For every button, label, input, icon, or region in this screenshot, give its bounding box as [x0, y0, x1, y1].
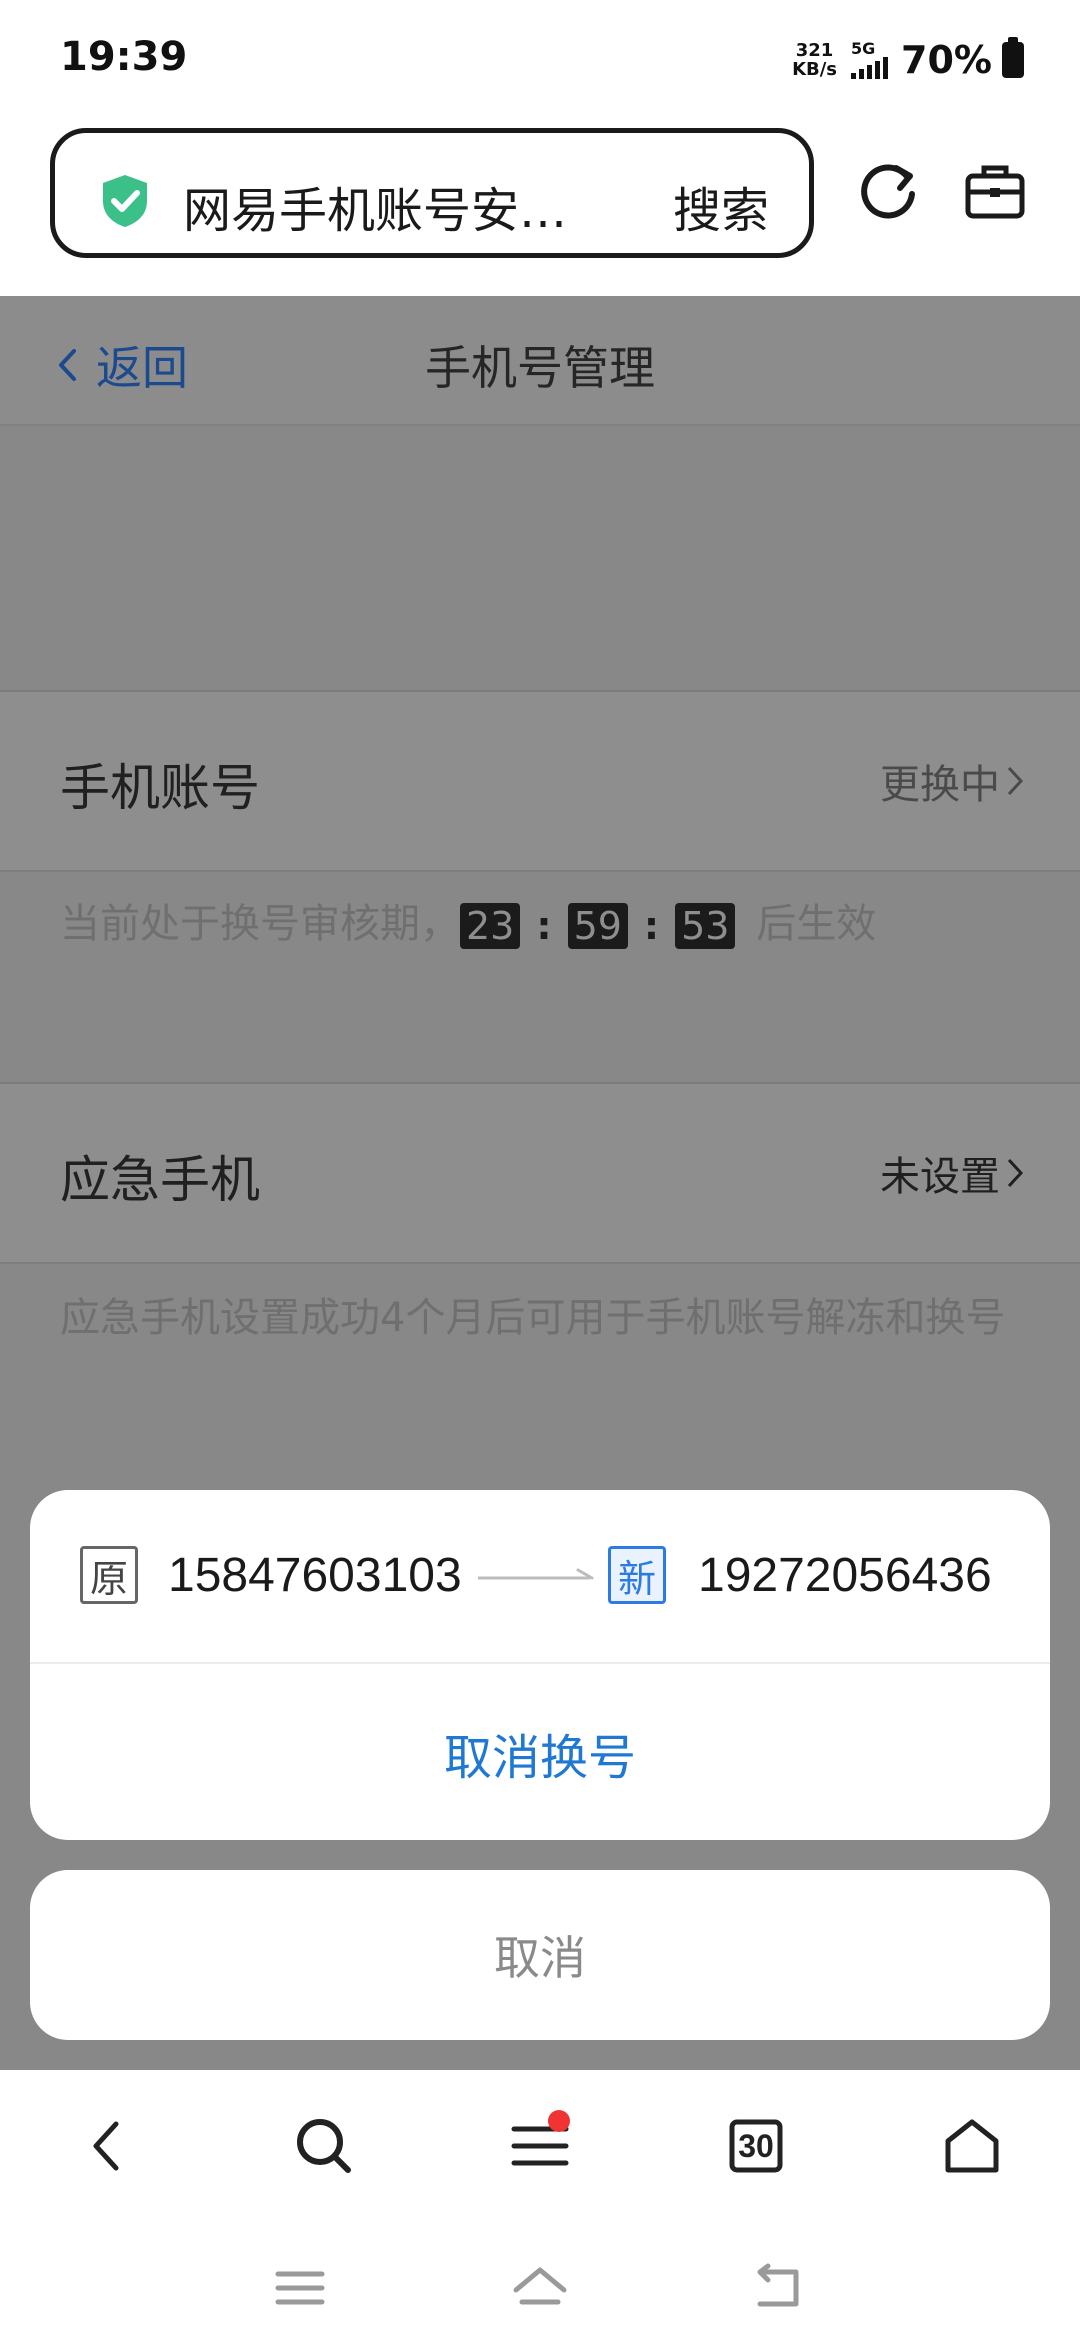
chevron-right-icon [1007, 766, 1024, 796]
cancel-number-change-button[interactable]: 取消换号 [30, 1666, 1050, 1840]
emergency-phone-status-text: 未设置 [880, 1154, 1000, 1200]
countdown-hours: 23 [460, 903, 521, 949]
battery-percent: 70% [901, 38, 992, 82]
network-speed: 321 KB/s [792, 41, 837, 79]
review-notice-suffix: 后生效 [756, 901, 877, 947]
old-number: 15847603103 [168, 1549, 462, 1602]
url-field[interactable]: 网易手机账号安… 搜索 [50, 128, 814, 258]
signal-bars-icon [851, 57, 891, 79]
network-speed-unit: KB/s [792, 59, 838, 80]
tabs-icon [729, 2119, 783, 2173]
phone-account-label: 手机账号 [60, 759, 260, 817]
search-icon [297, 2119, 351, 2173]
countdown-minutes: 59 [567, 903, 628, 949]
emergency-phone-label: 应急手机 [60, 1151, 260, 1209]
search-button[interactable]: 搜索 [673, 171, 769, 241]
battery-icon [1002, 37, 1024, 78]
old-number-tag: 原 [80, 1546, 138, 1604]
arrow-right-icon [478, 1568, 594, 1580]
emergency-phone-description: 应急手机设置成功4个月后可用于手机账号解冻和换号 [60, 1295, 1006, 1341]
status-time: 19:39 [60, 34, 188, 80]
status-bar: 19:39 321 KB/s 5G 70% [0, 0, 1080, 120]
cellular-signal: 5G [851, 41, 891, 79]
security-shield-icon [103, 175, 147, 227]
emergency-phone-status: 未设置 [880, 1144, 1024, 1202]
phone-account-status: 更换中 [880, 752, 1024, 810]
back-nav-button[interactable] [72, 2112, 140, 2180]
system-home-icon[interactable] [510, 2262, 570, 2314]
emergency-phone-row[interactable]: 应急手机 未设置 [0, 1082, 1080, 1264]
home-icon [945, 2119, 999, 2173]
countdown-timer: 23:59:53 [460, 896, 736, 956]
review-notice-prefix: 当前处于换号审核期， [60, 901, 460, 947]
system-navigation-bar [0, 2220, 1080, 2344]
tabs-button[interactable]: 30 [722, 2112, 790, 2180]
countdown-seconds: 53 [675, 903, 736, 949]
number-change-row: 原 15847603103 新 19272056436 [30, 1490, 1050, 1664]
menu-button[interactable] [506, 2110, 574, 2180]
chevron-left-icon [93, 2121, 119, 2171]
recent-apps-icon[interactable] [270, 2262, 330, 2314]
network-type: 5G [851, 39, 876, 58]
page-title: 手机号管理 [425, 341, 655, 395]
page-header: 返回 手机号管理 [0, 296, 1080, 426]
phone-account-status-text: 更换中 [880, 762, 1000, 808]
browser-address-bar: 网易手机账号安… 搜索 [0, 120, 1080, 296]
phone-account-row[interactable]: 手机账号 更换中 [0, 690, 1080, 872]
search-toolbar-button[interactable] [290, 2112, 358, 2180]
toolbox-icon[interactable] [964, 160, 1026, 222]
new-number-tag: 新 [608, 1546, 666, 1604]
chevron-right-icon [1007, 1158, 1024, 1188]
action-sheet: 原 15847603103 新 19272056436 取消换号 [30, 1490, 1050, 1840]
cancel-button[interactable]: 取消 [30, 1870, 1050, 2040]
notification-dot [548, 2110, 570, 2132]
system-back-icon[interactable] [750, 2262, 810, 2314]
page-title-in-url: 网易手机账号安… [183, 183, 568, 239]
home-button[interactable] [938, 2112, 1006, 2180]
review-notice: 当前处于换号审核期， 23:59:53 后生效 [60, 894, 876, 956]
status-indicators: 321 KB/s 5G 70% [792, 37, 1024, 82]
new-number: 19272056436 [698, 1549, 992, 1602]
refresh-icon[interactable] [856, 158, 922, 224]
browser-toolbar: 30 [0, 2070, 1080, 2220]
network-speed-value: 321 [795, 40, 834, 61]
